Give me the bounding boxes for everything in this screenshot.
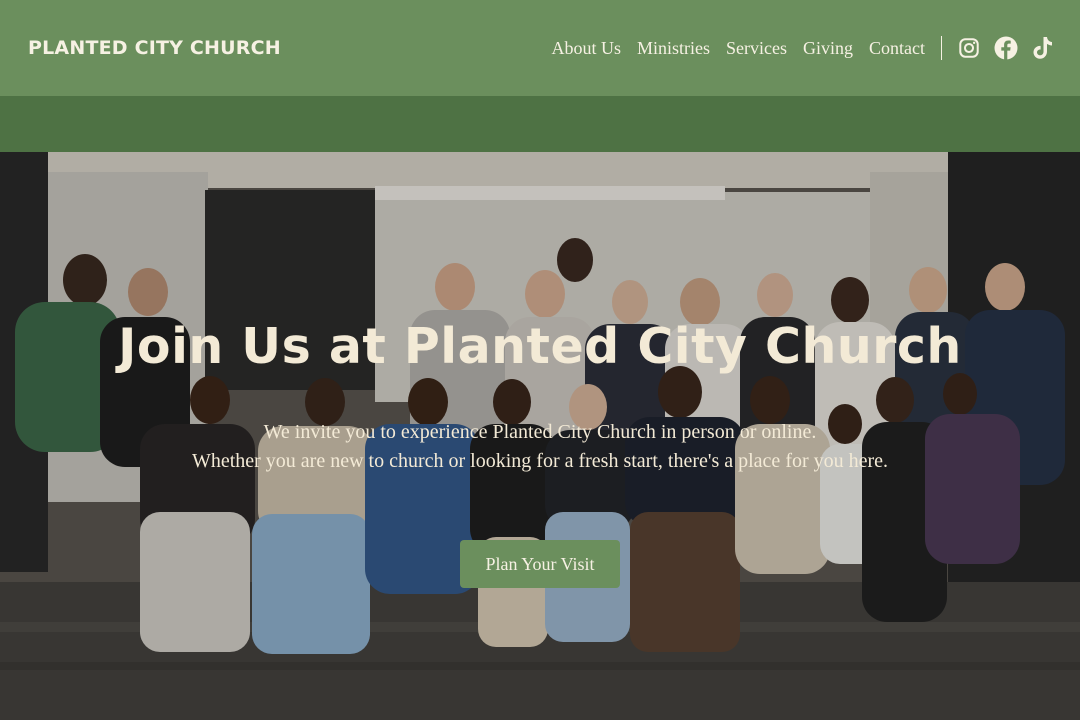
header-spacer-band [0,96,1080,152]
hero-subtitle-line1: We invite you to experience Planted City… [263,421,817,443]
site-logo[interactable]: PLANTED CITY CHURCH [28,37,281,59]
nav-contact[interactable]: Contact [869,38,925,59]
tiktok-icon[interactable] [1032,36,1054,60]
social-links [958,36,1054,60]
site-header: PLANTED CITY CHURCH About Us Ministries … [0,0,1080,96]
hero-title: Join Us at Planted City Church [118,318,962,375]
nav-about-us[interactable]: About Us [551,38,621,59]
facebook-icon[interactable] [994,36,1018,60]
nav-giving[interactable]: Giving [803,38,853,59]
hero-section: Join Us at Planted City Church We invite… [0,152,1080,720]
main-nav: About Us Ministries Services Giving Cont… [535,36,1054,60]
nav-ministries[interactable]: Ministries [637,38,710,59]
plan-your-visit-button[interactable]: Plan Your Visit [460,540,620,588]
nav-divider [941,36,942,60]
hero-subtitle-line2: Whether you are new to church or looking… [191,450,889,472]
nav-services[interactable]: Services [726,38,787,59]
instagram-icon[interactable] [958,37,980,59]
